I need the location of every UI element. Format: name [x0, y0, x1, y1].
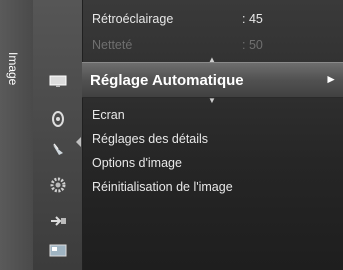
menu-panel: Rétroéclairage : 45 Netteté : 50 ▲ Régla…	[76, 0, 343, 270]
application-icon[interactable]	[47, 242, 69, 260]
menu-item-picture-options[interactable]: Options d'image	[92, 156, 182, 176]
category-label: Image	[6, 52, 20, 86]
selected-item-label: Réglage Automatique	[90, 72, 244, 89]
menu-icon-column	[33, 0, 83, 270]
menu-item-label: Options d'image	[92, 156, 182, 170]
display-icon[interactable]	[47, 72, 69, 90]
tv-osd-menu: Image Rétroéclairage : 45 Netteté : 50 ▲…	[0, 0, 343, 270]
menu-item-picture-reset[interactable]: Réinitialisation de l'image	[92, 180, 233, 200]
sound-icon[interactable]	[47, 110, 69, 128]
satellite-icon[interactable]	[47, 140, 69, 158]
menu-item-detail-settings[interactable]: Réglages des détails	[92, 132, 208, 152]
menu-item-value: : 50	[242, 38, 263, 52]
submenu-arrow-icon: ►	[325, 72, 337, 86]
selection-pointer-icon	[76, 137, 81, 147]
scroll-down-icon: ▼	[208, 96, 216, 105]
menu-item-value: : 45	[242, 12, 263, 26]
menu-item-label: Netteté	[92, 38, 133, 52]
category-tab[interactable]: Image	[0, 0, 34, 270]
menu-item-sharpness[interactable]: Netteté : 50	[92, 38, 263, 58]
menu-item-label: Rétroéclairage	[92, 12, 174, 26]
menu-item-label: Ecran	[92, 108, 125, 122]
input-icon[interactable]	[47, 212, 69, 230]
menu-item-label: Réinitialisation de l'image	[92, 180, 233, 194]
menu-item-label: Réglages des détails	[92, 132, 209, 146]
menu-item-screen[interactable]: Ecran	[92, 108, 125, 128]
menu-item-selected[interactable]: Réglage Automatique ►	[76, 62, 343, 147]
settings-icon[interactable]	[47, 176, 69, 194]
menu-item-backlight[interactable]: Rétroéclairage : 45	[92, 12, 263, 32]
